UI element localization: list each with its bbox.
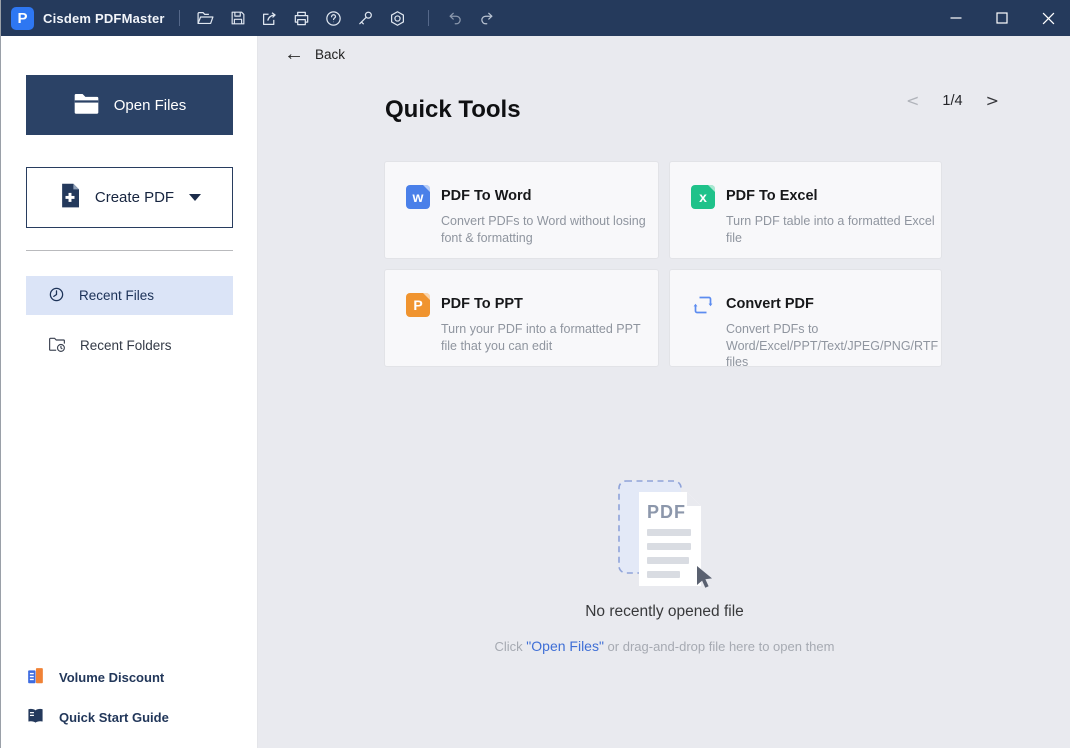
sidebar: Open Files Create PDF Recent Files Recen… — [1, 36, 258, 748]
back-arrow-icon: ← — [284, 43, 304, 65]
window-controls — [933, 0, 1070, 36]
titlebar-divider — [178, 10, 180, 26]
print-icon[interactable] — [286, 4, 318, 32]
help-icon[interactable] — [318, 4, 350, 32]
app-window: P Cisdem PDFMaster Open Files Create PDF… — [0, 0, 1070, 748]
card-pdf-to-ppt[interactable]: P PDF To PPT Turn your PDF into a format… — [384, 269, 659, 367]
svg-text:PDF: PDF — [647, 502, 686, 522]
clock-icon — [48, 286, 65, 306]
volume-discount-label: Volume Discount — [59, 669, 165, 685]
quick-start-guide-label: Quick Start Guide — [59, 709, 169, 725]
sidebar-item-volume-discount[interactable]: Volume Discount — [26, 664, 246, 690]
quick-tools-grid: w PDF To Word Convert PDFs to Word witho… — [384, 161, 943, 369]
buildings-icon — [26, 666, 45, 688]
back-label: Back — [315, 46, 346, 62]
prev-page-icon[interactable]: < — [906, 93, 919, 109]
word-icon: w — [406, 185, 430, 209]
card-title: Convert PDF — [726, 296, 814, 312]
sidebar-item-recent-folders[interactable]: Recent Folders — [26, 326, 233, 365]
create-pdf-button[interactable]: Create PDF — [26, 167, 233, 228]
card-pdf-to-excel[interactable]: x PDF To Excel Turn PDF table into a for… — [669, 161, 942, 259]
sidebar-item-label: Recent Folders — [80, 338, 172, 353]
card-description: Turn PDF table into a formatted Excel fi… — [726, 214, 935, 245]
minimize-button[interactable] — [933, 0, 979, 36]
save-icon[interactable] — [222, 4, 254, 32]
card-pdf-to-word[interactable]: w PDF To Word Convert PDFs to Word witho… — [384, 161, 659, 259]
close-button[interactable] — [1025, 0, 1070, 36]
page-indicator: 1/4 — [942, 93, 963, 109]
card-title: PDF To PPT — [441, 296, 523, 312]
empty-state-title: No recently opened file — [585, 603, 744, 620]
app-logo-icon: P — [11, 6, 34, 30]
undo-icon[interactable] — [439, 4, 471, 32]
card-title: PDF To Word — [441, 188, 532, 204]
open-files-link[interactable]: "Open Files" — [526, 638, 604, 654]
folder-clock-icon — [48, 336, 66, 356]
open-files-button[interactable]: Open Files — [26, 75, 233, 135]
card-description: Convert PDFs to Word without losing font… — [441, 214, 646, 245]
ppt-icon: P — [406, 293, 430, 317]
card-description: Turn your PDF into a formatted PPT file … — [441, 322, 641, 353]
convert-icon — [691, 293, 715, 317]
hint-suffix: or drag-and-drop file here to open them — [603, 639, 835, 654]
sidebar-item-recent-files[interactable]: Recent Files — [26, 276, 233, 315]
book-icon — [26, 706, 45, 728]
sidebar-divider — [26, 250, 233, 251]
card-title: PDF To Excel — [726, 188, 818, 204]
hint-prefix: Click — [494, 639, 527, 654]
app-title: Cisdem PDFMaster — [43, 10, 165, 26]
excel-icon: x — [691, 185, 715, 209]
next-page-icon[interactable]: > — [986, 93, 999, 109]
pagination: < 1/4 > — [906, 93, 999, 110]
create-pdf-icon — [58, 182, 82, 213]
empty-state-illustration: PDF — [609, 476, 719, 591]
create-pdf-label: Create PDF — [94, 189, 175, 206]
maximize-button[interactable] — [979, 0, 1025, 36]
main-panel: ← Back Quick Tools < 1/4 > w PDF To Word… — [258, 36, 1070, 748]
back-button[interactable]: ← Back — [284, 44, 345, 64]
redo-icon[interactable] — [471, 4, 503, 32]
chevron-down-icon — [189, 194, 202, 201]
sidebar-item-quick-start-guide[interactable]: Quick Start Guide — [26, 704, 246, 730]
empty-state-hint: Click "Open Files" or drag-and-drop file… — [258, 638, 1070, 654]
titlebar-divider — [427, 10, 429, 26]
folder-icon — [73, 92, 100, 119]
card-description: Convert PDFs to Word/Excel/PPT/Text/JPEG… — [726, 322, 939, 369]
settings-icon[interactable] — [382, 4, 414, 32]
page-title: Quick Tools — [385, 96, 521, 123]
titlebar: P Cisdem PDFMaster — [1, 0, 1070, 36]
card-convert-pdf[interactable]: Convert PDF Convert PDFs to Word/Excel/P… — [669, 269, 942, 369]
share-icon[interactable] — [254, 4, 286, 32]
register-key-icon[interactable] — [350, 4, 382, 32]
open-file-icon[interactable] — [190, 4, 222, 32]
sidebar-item-label: Recent Files — [79, 288, 155, 303]
open-files-label: Open Files — [113, 96, 187, 114]
